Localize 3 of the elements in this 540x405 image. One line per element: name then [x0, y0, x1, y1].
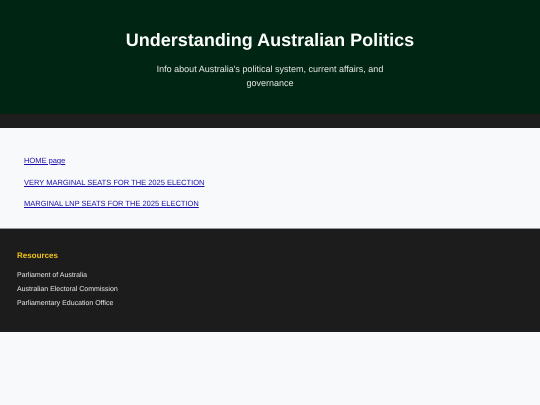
page-title: Understanding Australian Politics: [124, 30, 416, 52]
page-subtitle: Info about Australia's political system, current affairs, and governance: [156, 62, 384, 90]
footer-heading: Resources: [17, 250, 59, 262]
